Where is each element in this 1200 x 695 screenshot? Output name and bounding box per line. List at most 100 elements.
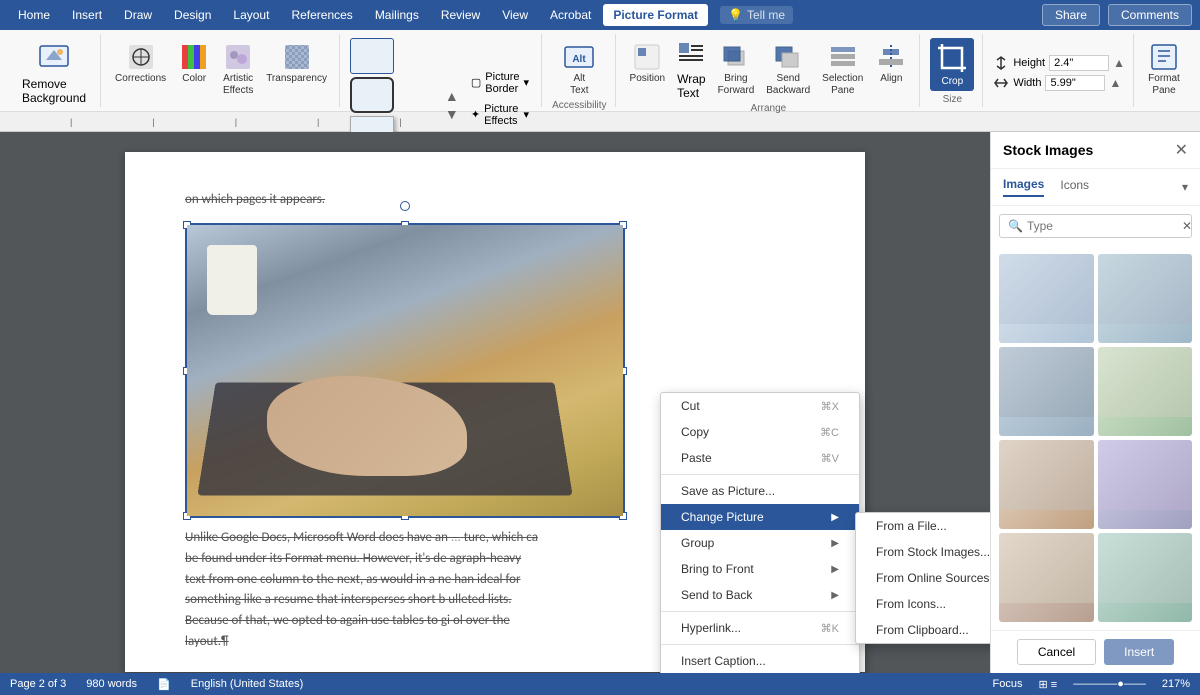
stock-search[interactable]: 🔍 ✕	[999, 214, 1192, 238]
color-button[interactable]: Color	[174, 38, 214, 88]
selection-pane-button[interactable]: SelectionPane	[818, 38, 867, 100]
alt-text-button[interactable]: Alt AltText	[559, 38, 599, 100]
ribbon-group-arrange: Position WrapText BringForward SendBackw…	[618, 34, 921, 107]
menu-view[interactable]: View	[492, 4, 538, 26]
stock-img-2[interactable]	[1098, 254, 1193, 343]
share-button[interactable]: Share	[1042, 4, 1100, 26]
stock-img-7[interactable]	[999, 533, 1094, 622]
submenu-from-online[interactable]: From Online Sources...	[856, 565, 990, 591]
remove-background-button[interactable]: RemoveBackground	[16, 38, 92, 109]
ctx-group[interactable]: Group ▶	[661, 530, 859, 556]
stock-images-panel: Stock Images ✕ Images Icons ▾ 🔍 ✕	[990, 132, 1200, 673]
ctx-insert-caption[interactable]: Insert Caption...	[661, 648, 859, 673]
selection-pane-icon	[827, 41, 859, 73]
cancel-button[interactable]: Cancel	[1017, 639, 1096, 665]
tab-icons[interactable]: Icons	[1060, 178, 1089, 196]
crop-button[interactable]: Crop	[930, 38, 974, 91]
insert-button[interactable]: Insert	[1104, 639, 1174, 665]
ctx-hyperlink[interactable]: Hyperlink... ⌘K	[661, 615, 859, 641]
stock-search-input[interactable]	[1027, 219, 1182, 233]
picture-style-2[interactable]	[350, 77, 394, 113]
document-area: on which pages it appears.	[0, 132, 990, 673]
ctx-save-as-picture[interactable]: Save as Picture...	[661, 478, 859, 504]
ruler: | | | | |	[0, 112, 1200, 132]
styles-expand-button[interactable]: ▲	[445, 88, 459, 104]
ctx-copy[interactable]: Copy ⌘C	[661, 419, 859, 445]
stock-panel-close[interactable]: ✕	[1175, 140, 1188, 160]
bring-forward-label: BringForward	[718, 73, 755, 97]
document-image[interactable]	[185, 223, 625, 518]
transparency-label: Transparency	[266, 73, 327, 85]
zoom-level[interactable]: 217%	[1162, 678, 1190, 690]
focus-button[interactable]: Focus	[993, 678, 1023, 690]
menu-references[interactable]: References	[281, 4, 362, 26]
menu-insert[interactable]: Insert	[62, 4, 112, 26]
submenu-from-icons[interactable]: From Icons...	[856, 591, 990, 617]
color-label: Color	[182, 73, 206, 85]
corrections-button[interactable]: Corrections	[111, 38, 170, 88]
ribbon-group-format-pane: FormatPane	[1136, 34, 1192, 107]
rotate-handle[interactable]	[400, 201, 410, 211]
stock-img-5[interactable]	[999, 440, 1094, 529]
picture-effects-button[interactable]: ✦ Picture Effects ▾	[467, 101, 533, 129]
ctx-change-picture[interactable]: Change Picture ▶	[661, 504, 859, 530]
submenu-from-stock[interactable]: From Stock Images...	[856, 539, 990, 565]
svg-text:Alt: Alt	[573, 54, 587, 65]
bring-forward-button[interactable]: BringForward	[714, 38, 759, 100]
send-backward-button[interactable]: SendBackward	[762, 38, 814, 100]
ribbon-group-adjust: Corrections Color ArtisticEffects Transp…	[103, 34, 340, 107]
format-pane-button[interactable]: FormatPane	[1144, 38, 1184, 100]
picture-style-1[interactable]	[350, 38, 394, 74]
position-icon	[631, 41, 663, 73]
stock-tabs-expand[interactable]: ▾	[1182, 180, 1188, 194]
picture-border-icon: ▢	[471, 76, 481, 89]
tell-me[interactable]: 💡 Tell me	[720, 6, 793, 24]
ribbon-group-remove-bg: RemoveBackground	[8, 34, 101, 107]
clear-search-icon[interactable]: ✕	[1182, 219, 1192, 233]
submenu-from-file[interactable]: From a File...	[856, 513, 990, 539]
ribbon-group-crop: Crop Size	[922, 34, 983, 107]
menu-picture-format[interactable]: Picture Format	[603, 4, 708, 26]
menu-layout[interactable]: Layout	[223, 4, 279, 26]
ctx-send-to-back[interactable]: Send to Back ▶	[661, 582, 859, 608]
wrap-text-button[interactable]: WrapText	[673, 38, 709, 103]
align-label: Align	[880, 73, 902, 85]
arrange-group-label: Arrange	[751, 103, 787, 116]
artistic-effects-button[interactable]: ArtisticEffects	[218, 38, 258, 100]
stock-img-6[interactable]	[1098, 440, 1193, 529]
menu-home[interactable]: Home	[8, 4, 60, 26]
stock-panel-header: Stock Images ✕	[991, 132, 1200, 169]
ribbon-group-alt-text: Alt AltText Accessibility	[544, 34, 615, 107]
height-spinner-up[interactable]: ▲	[1113, 56, 1125, 70]
menu-acrobat[interactable]: Acrobat	[540, 4, 601, 26]
menu-design[interactable]: Design	[164, 4, 221, 26]
picture-border-button[interactable]: ▢ Picture Border ▾	[467, 69, 533, 97]
language[interactable]: English (United States)	[191, 678, 304, 690]
comments-button[interactable]: Comments	[1108, 4, 1192, 26]
zoom-slider[interactable]: ————●——	[1073, 678, 1146, 690]
transparency-icon	[281, 41, 313, 73]
ctx-cut[interactable]: Cut ⌘X	[661, 393, 859, 419]
menu-mailings[interactable]: Mailings	[365, 4, 429, 26]
width-spinner-up[interactable]: ▲	[1109, 76, 1121, 90]
ctx-bring-to-front[interactable]: Bring to Front ▶	[661, 556, 859, 582]
artistic-effects-icon	[222, 41, 254, 73]
remove-bg-icon	[38, 42, 70, 77]
stock-img-3[interactable]	[999, 347, 1094, 436]
align-button[interactable]: Align	[871, 38, 911, 88]
width-row: Width ▲	[993, 75, 1121, 91]
menu-review[interactable]: Review	[431, 4, 490, 26]
stock-img-1[interactable]	[999, 254, 1094, 343]
position-button[interactable]: Position	[626, 38, 670, 88]
ctx-sep-1	[661, 474, 859, 475]
transparency-button[interactable]: Transparency	[262, 38, 331, 88]
stock-img-8[interactable]	[1098, 533, 1193, 622]
height-input[interactable]	[1049, 55, 1109, 71]
submenu-from-clipboard[interactable]: From Clipboard...	[856, 617, 990, 643]
width-input[interactable]	[1045, 75, 1105, 91]
stock-img-4[interactable]	[1098, 347, 1193, 436]
ctx-paste[interactable]: Paste ⌘V	[661, 445, 859, 471]
format-pane-label: FormatPane	[1148, 73, 1180, 97]
tab-images[interactable]: Images	[1003, 177, 1044, 197]
menu-draw[interactable]: Draw	[114, 4, 162, 26]
